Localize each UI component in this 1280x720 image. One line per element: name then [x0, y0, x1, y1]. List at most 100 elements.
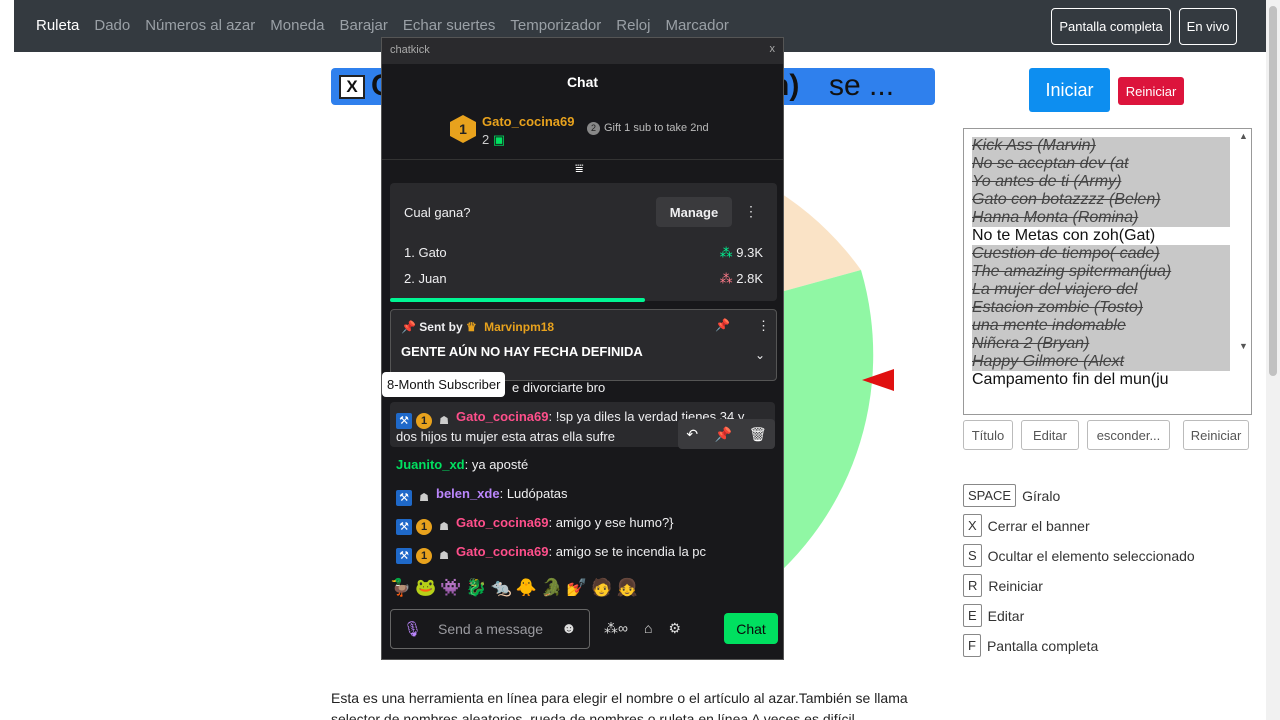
- chat-message-2: Juanito_xd: ya aposté: [396, 457, 529, 472]
- chat-popup: chatkick x Chat 1 Gato_cocina69 2 ▣ 2 Gif…: [381, 37, 784, 660]
- shortcut-key: F: [963, 634, 981, 657]
- mic-icon[interactable]: 🎙: [403, 620, 422, 638]
- entry-item[interactable]: Yo antes de ti (Army): [972, 173, 1230, 191]
- entries-textarea[interactable]: ▲ ▼ Kick Ass (Marvin) No se aceptan dev (a…: [963, 128, 1252, 415]
- collapse-icon[interactable]: ⩸: [575, 160, 584, 177]
- shortcut-label: Cerrar el banner: [987, 517, 1090, 534]
- entry-item[interactable]: The amazing spiterman(jua): [972, 263, 1230, 281]
- chat-toolbar: ⁂∞ ⌂ ⚙: [604, 620, 681, 637]
- predictions-icon[interactable]: ⁂∞: [604, 620, 628, 637]
- shortcut-row: S Ocultar el elemento seleccionado: [963, 544, 1195, 567]
- nav-link-6[interactable]: Temporizador: [510, 17, 601, 34]
- chevron-down-icon[interactable]: ⌄: [755, 348, 765, 362]
- shortcut-key: X: [963, 514, 982, 537]
- chat-message-3: ⚒ ☗ belen_xde: Ludópatas: [396, 486, 568, 506]
- mask-icon: ☗: [439, 521, 449, 533]
- poll-option-1: 1. Gato: [404, 245, 447, 260]
- sub-badge-icon: 1: [416, 519, 432, 535]
- gift-leaderboard: 1 Gato_cocina69 2 ▣ 2 Gift 1 sub to take …: [382, 98, 783, 160]
- title-button[interactable]: Título: [963, 420, 1013, 450]
- nav-link-8[interactable]: Marcador: [665, 17, 728, 34]
- chat-close-button[interactable]: x: [770, 43, 776, 55]
- pinned-sent-by: 📌 Sent by ♛ Marvinpm18: [401, 320, 555, 334]
- moderator-icon: ⚒: [396, 519, 412, 535]
- nav-link-0[interactable]: Ruleta: [36, 17, 79, 34]
- chat-input[interactable]: 🎙 Send a message ☻: [390, 609, 590, 649]
- mask-icon: ☗: [419, 492, 429, 504]
- mask-icon: ☗: [439, 415, 449, 427]
- reset-list-button[interactable]: Reiniciar: [1183, 420, 1249, 450]
- live-button[interactable]: En vivo: [1179, 8, 1237, 45]
- moderator-icon: ⚒: [396, 490, 412, 506]
- entry-item[interactable]: La mujer del viajero del: [972, 281, 1230, 299]
- nav-links: Ruleta Dado Números al azar Moneda Barajar Ec…: [36, 17, 729, 34]
- message-actions: ↶ 📌 🗑: [678, 419, 775, 449]
- crown-icon: ♛: [465, 320, 477, 334]
- poll-option-1-value: ⁂ 9.3K: [719, 245, 763, 260]
- gear-icon[interactable]: ⚙: [668, 620, 681, 637]
- entry-item[interactable]: Campamento fin del mun(ju: [972, 371, 1230, 389]
- nav-link-7[interactable]: Reloj: [616, 17, 650, 34]
- gift-cta[interactable]: 2 Gift 1 sub to take 2nd: [587, 122, 709, 135]
- page-scrollbar[interactable]: [1266, 0, 1280, 720]
- nav-link-5[interactable]: Echar suertes: [403, 17, 496, 34]
- close-banner-button[interactable]: X: [339, 75, 365, 99]
- entry-item[interactable]: Kick Ass (Marvin): [972, 137, 1230, 155]
- reply-icon[interactable]: ↶: [686, 426, 698, 443]
- entry-item[interactable]: una mente indomable: [972, 317, 1230, 335]
- emote-bar[interactable]: 🦆🐸👾🐉🐀🐥🐊💅🧑👧: [390, 578, 642, 598]
- edit-button[interactable]: Editar: [1021, 420, 1079, 450]
- nav-link-3[interactable]: Moneda: [270, 17, 324, 34]
- sub-badge-icon: 1: [416, 413, 432, 429]
- manage-poll-button[interactable]: Manage: [656, 197, 732, 227]
- delete-icon[interactable]: 🗑: [749, 426, 767, 443]
- chat-message-4: ⚒ 1 ☗ Gato_cocina69: amigo y ese humo?}: [396, 515, 674, 535]
- description-text: Esta es una herramienta en línea para el…: [331, 690, 908, 720]
- moderator-icon: ⚒: [396, 548, 412, 564]
- poll-progress-bar: [390, 298, 645, 302]
- shortcut-row: E Editar: [963, 604, 1024, 627]
- entry-item[interactable]: Gato con botazzzz (Belen): [972, 191, 1230, 209]
- textarea-scroll-arrows[interactable]: ▲ ▼: [1239, 131, 1249, 351]
- rank-badge-icon: 1: [450, 115, 476, 143]
- emoji-icon[interactable]: ☻: [561, 620, 577, 637]
- chat-window-name: chatkick: [390, 44, 430, 56]
- rank-two-icon: 2: [587, 122, 600, 135]
- entry-item[interactable]: Estacion zombie (Tosto): [972, 299, 1230, 317]
- subscriber-tooltip: 8-Month Subscriber: [382, 372, 506, 397]
- leader-name[interactable]: Gato_cocina69: [482, 114, 575, 129]
- entry-item[interactable]: No se aceptan dev (at: [972, 155, 1230, 173]
- chat-title: Chat: [566, 74, 599, 90]
- nav-link-4[interactable]: Barajar: [339, 17, 387, 34]
- start-button[interactable]: Iniciar: [1029, 68, 1110, 112]
- leader-count: 2 ▣: [482, 132, 506, 147]
- sub-badge-icon: 1: [416, 548, 432, 564]
- shortcut-key: R: [963, 574, 983, 597]
- poll-menu-icon[interactable]: ⋮: [744, 203, 758, 220]
- entry-item[interactable]: Cuestion de tiempo( cade): [972, 245, 1230, 263]
- fullscreen-button[interactable]: Pantalla completa: [1051, 8, 1171, 45]
- chat-input-placeholder[interactable]: Send a message: [438, 621, 543, 637]
- nav-link-2[interactable]: Números al azar: [145, 17, 255, 34]
- page-scrollbar-thumb[interactable]: [1269, 6, 1277, 376]
- unpin-icon[interactable]: 📌: [715, 318, 730, 332]
- entry-item[interactable]: Hanna Monta (Romina): [972, 209, 1230, 227]
- hide-button[interactable]: esconder...: [1087, 420, 1170, 450]
- store-icon[interactable]: ⌂: [644, 620, 652, 637]
- shortcut-label: Reiniciar: [988, 577, 1043, 594]
- shortcut-row: SPACE Gíralo: [963, 484, 1060, 507]
- shortcut-label: Pantalla completa: [986, 637, 1099, 654]
- entry-item[interactable]: No te Metas con zoh(Gat): [972, 227, 1230, 245]
- entry-item[interactable]: Niñera 2 (Bryan): [972, 335, 1230, 353]
- send-chat-button[interactable]: Chat: [724, 613, 778, 644]
- entry-item[interactable]: Happy Gilmore (Alext: [972, 353, 1230, 371]
- nav-link-1[interactable]: Dado: [94, 17, 130, 34]
- pinned-menu-icon[interactable]: ⋮: [757, 318, 770, 334]
- poll-option-2-value: ⁂ 2.8K: [719, 271, 763, 286]
- shortcut-label: Editar: [987, 607, 1025, 624]
- poll-option-2: 2. Juan: [404, 271, 447, 286]
- pin-icon[interactable]: 📌: [715, 426, 732, 443]
- mask-icon: ☗: [439, 550, 449, 562]
- reset-button[interactable]: Reiniciar: [1118, 77, 1184, 105]
- partial-message: e divorciarte bro: [512, 380, 606, 395]
